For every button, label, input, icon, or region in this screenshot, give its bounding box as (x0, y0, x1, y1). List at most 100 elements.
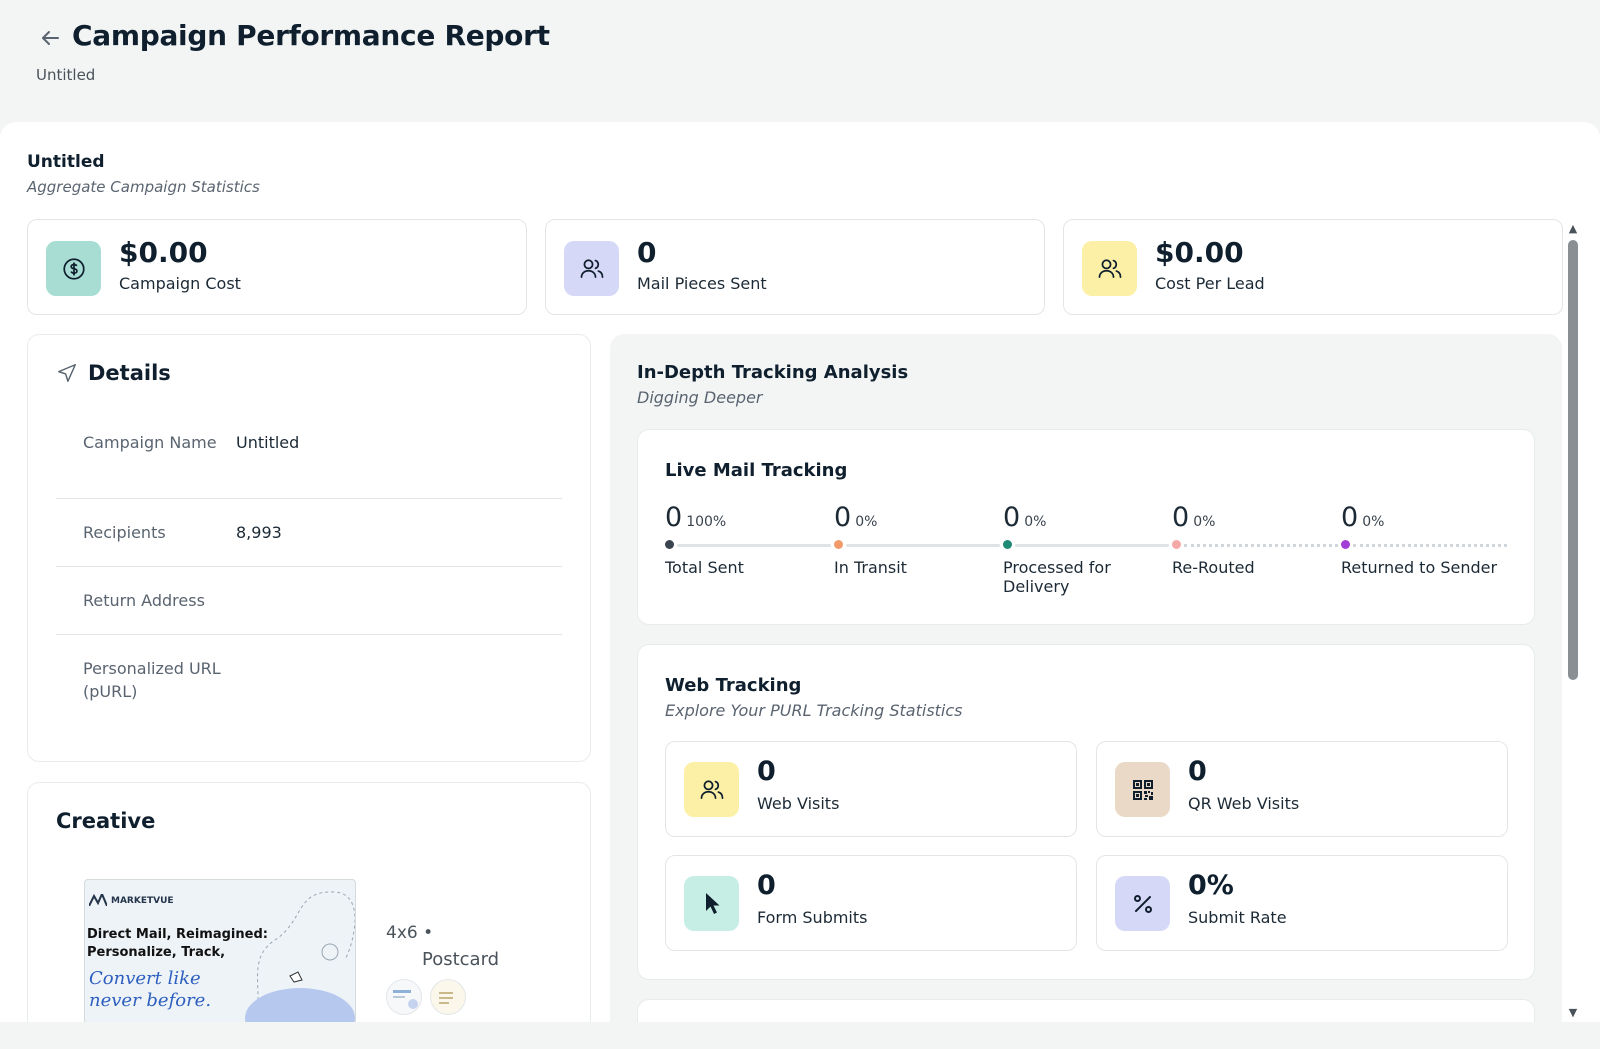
web-tracking-title: Web Tracking (665, 675, 802, 696)
thumbnail-front-icon (393, 990, 418, 1009)
campaign-cost-label: Campaign Cost (119, 274, 241, 293)
page-subtitle: Untitled (36, 66, 96, 84)
live-mail-tracking-card: Live Mail Tracking 0 100% Total Sent 0 0% … (637, 429, 1535, 625)
milestone-value: 0 (665, 502, 683, 533)
detail-key: Personalized URL (pURL) (83, 659, 221, 701)
send-icon (58, 364, 76, 382)
web-visits-value: 0 (757, 756, 776, 787)
web-tracking-card: Web Tracking Explore Your PURL Tracking … (637, 644, 1535, 980)
milestone-percent: 0% (1193, 514, 1216, 530)
cost-per-lead-card: $0.00 Cost Per Lead (1063, 219, 1563, 315)
creative-size: 4x6 • (386, 923, 434, 943)
milestone-dotted-line (1184, 544, 1338, 547)
milestone-dot (834, 540, 843, 549)
postcard-headline: Direct Mail, Reimagined: Personalize, Tr… (87, 926, 287, 962)
creative-thumb-front[interactable] (386, 979, 422, 1015)
cost-per-lead-value: $0.00 (1155, 236, 1244, 269)
tracking-title: In-Depth Tracking Analysis (637, 362, 909, 383)
creative-title: Creative (56, 809, 156, 833)
marketvue-logo-icon (89, 894, 107, 906)
milestone-dot (1341, 540, 1350, 549)
submit-rate-label: Submit Rate (1188, 908, 1287, 927)
milestone-track (1341, 540, 1507, 549)
scrollbar[interactable]: ▲ ▼ (1562, 222, 1584, 1022)
milestone-track (834, 540, 1000, 549)
milestone-percent: 100% (686, 514, 727, 530)
milestone-dot (665, 540, 674, 549)
milestone-dot (1003, 540, 1012, 549)
milestone-label: In Transit (834, 558, 907, 577)
detail-value: 8,993 (236, 523, 282, 542)
campaign-cost-card: $0.00 Campaign Cost (27, 219, 527, 315)
web-visits-label: Web Visits (757, 794, 840, 813)
campaign-stats-subtitle: Aggregate Campaign Statistics (27, 178, 260, 196)
page-title: Campaign Performance Report (72, 19, 550, 52)
milestone-percent: 0% (1024, 514, 1047, 530)
milestone-label: Total Sent (665, 558, 744, 577)
mail-pieces-value: 0 (637, 236, 657, 269)
submit-rate-card: 0% Submit Rate (1096, 855, 1508, 951)
detail-row-return-address: Return Address (56, 567, 562, 635)
qr-web-visits-label: QR Web Visits (1188, 794, 1300, 813)
milestone-in-transit: 0 0% In Transit (834, 502, 1004, 577)
web-visits-card: 0 Web Visits (665, 741, 1077, 837)
milestone-value: 0 (1172, 502, 1190, 533)
milestone-processed: 0 0% Processed for Delivery (1003, 502, 1173, 596)
scroll-down-icon[interactable]: ▼ (1566, 1006, 1580, 1019)
scroll-up-icon[interactable]: ▲ (1566, 222, 1580, 235)
postcard-headline-line-2: Personalize, Track, (87, 945, 226, 960)
cursor-icon (684, 876, 739, 931)
detail-key: Return Address (83, 591, 205, 610)
users-icon (1082, 241, 1137, 296)
campaign-cost-value: $0.00 (119, 236, 208, 269)
details-card: Details Campaign Name Untitled Recipient… (27, 334, 591, 762)
milestone-value: 0 (1341, 502, 1359, 533)
milestone-dotted-line (1353, 544, 1507, 547)
milestone-value: 0 (1003, 502, 1021, 533)
postcard-headline-line-1: Direct Mail, Reimagined: (87, 927, 268, 942)
submit-rate-value: 0% (1188, 870, 1234, 901)
detail-value: Untitled (236, 433, 300, 452)
qr-web-visits-value: 0 (1188, 756, 1207, 787)
dollar-circle-icon (46, 241, 101, 296)
milestone-track (1172, 540, 1338, 549)
creative-card: Creative MARKETVUE Direct Mail, Reimagin… (27, 782, 591, 1049)
thumbnail-back-icon (439, 992, 453, 1004)
milestone-value: 0 (834, 502, 852, 533)
bottom-edge (0, 1022, 1600, 1049)
back-arrow-icon[interactable] (38, 26, 62, 50)
tracking-subtitle: Digging Deeper (637, 388, 763, 407)
details-title: Details (88, 361, 171, 385)
web-tracking-subtitle: Explore Your PURL Tracking Statistics (665, 701, 963, 720)
form-submits-value: 0 (757, 870, 776, 901)
milestone-track (1003, 540, 1169, 549)
form-submits-card: 0 Form Submits (665, 855, 1077, 951)
milestone-track (665, 540, 831, 549)
milestone-re-routed: 0 0% Re-Routed (1172, 502, 1342, 577)
details-header: Details (56, 361, 171, 385)
creative-thumb-back[interactable] (430, 979, 466, 1015)
milestone-label: Processed for Delivery (1003, 558, 1111, 596)
milestone-dot (1172, 540, 1181, 549)
qr-web-visits-card: 0 QR Web Visits (1096, 741, 1508, 837)
milestone-percent: 0% (855, 514, 878, 530)
postcard-script: Convert like never before. (89, 968, 211, 1012)
users-icon (684, 762, 739, 817)
scrollbar-thumb[interactable] (1568, 240, 1578, 680)
postcard-preview[interactable]: MARKETVUE Direct Mail, Reimagined: Perso… (84, 879, 356, 1029)
milestone-total-sent: 0 100% Total Sent (665, 502, 835, 577)
mail-pieces-label: Mail Pieces Sent (637, 274, 767, 293)
postcard-script-line-1: Convert like (89, 968, 201, 989)
detail-row-purl: Personalized URL (pURL) (56, 635, 562, 725)
creative-type: Postcard (422, 949, 500, 970)
milestone-returned: 0 0% Returned to Sender (1341, 502, 1516, 577)
detail-row-recipients: Recipients 8,993 (56, 499, 562, 567)
report-card: Untitled Aggregate Campaign Statistics $… (0, 122, 1600, 1049)
milestone-label: Re-Routed (1172, 558, 1255, 577)
milestone-percent: 0% (1362, 514, 1385, 530)
detail-key: Campaign Name (83, 433, 217, 452)
users-icon (564, 241, 619, 296)
mail-pieces-card: 0 Mail Pieces Sent (545, 219, 1045, 315)
milestone-line (677, 544, 831, 547)
tracking-panel: In-Depth Tracking Analysis Digging Deepe… (610, 334, 1562, 1049)
